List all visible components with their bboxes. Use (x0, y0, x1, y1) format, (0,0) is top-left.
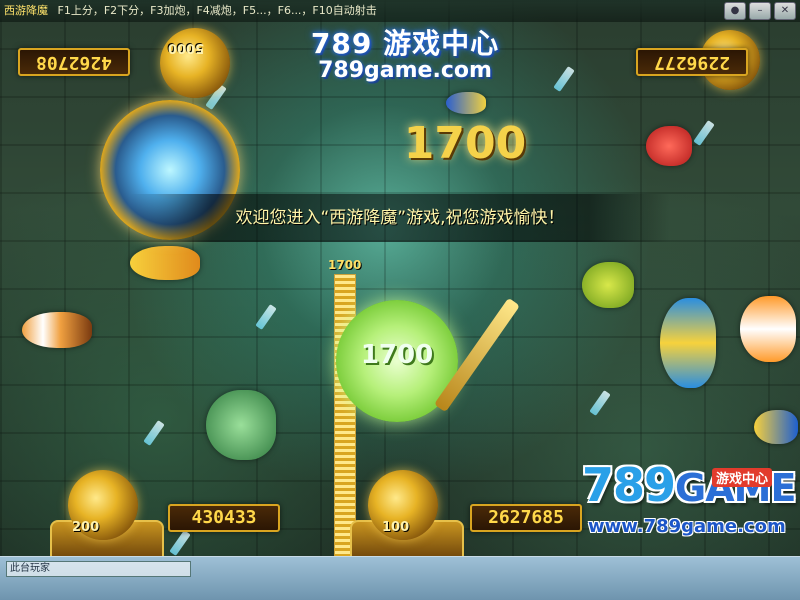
fish-orange-tropical[interactable] (740, 296, 796, 362)
score-bottom-center: 2627685 (470, 504, 582, 532)
settings-button[interactable]: ● (724, 2, 746, 20)
meter-value: 1700 (328, 258, 362, 272)
logo-url: www.789game.com (588, 516, 786, 537)
game-name: 西游降魔 (4, 4, 48, 17)
fish-yellow[interactable] (130, 246, 200, 280)
score-top-left: 4262708 (18, 48, 130, 76)
game-stage[interactable]: 5000 西游降魔 F1上分，F2下分，F3加炮，F4减炮，F5...，F6..… (0, 0, 800, 600)
logo-number: 789 (582, 458, 676, 512)
cannon-top-left[interactable] (160, 28, 230, 98)
brand-title: 789 游戏中心 (310, 27, 500, 60)
fish-green-shell[interactable] (206, 390, 276, 460)
close-button[interactable]: ✕ (774, 2, 796, 20)
fish-blue-stripe[interactable] (660, 298, 716, 388)
hotkey-hints: F1上分，F2下分，F3加炮，F4减炮，F5...，F6...，F10自动射击 (57, 4, 377, 17)
bottom-bar: 此台玩家 (0, 556, 800, 600)
chat-input[interactable]: 此台玩家 (6, 561, 191, 577)
big-score-popup: 1700 (403, 118, 527, 169)
window-controls: ● – ✕ (724, 2, 796, 20)
top-menu-strip: 西游降魔 F1上分，F2下分，F3加炮，F4减炮，F5...，F6...，F10… (0, 0, 800, 22)
cannon-level-bottom-left: 200 (72, 520, 100, 535)
brand-watermark: 789 游戏中心 789game.com (300, 22, 510, 83)
cannon-level-bottom-center: 100 (382, 520, 410, 535)
fish-yellow-blue[interactable] (754, 410, 798, 444)
bonus-wheel-value: 1700 (360, 340, 434, 370)
fish-turtle[interactable] (582, 262, 634, 308)
logo-tag: 游戏中心 (712, 468, 773, 487)
brand-logo: 789GAME 游戏中心 www.789game.com (582, 458, 796, 548)
welcome-banner: 欢迎您进入“西游降魔”游戏,祝您游戏愉快！ (130, 194, 670, 242)
fish-red[interactable] (646, 126, 692, 166)
score-top-right: 2296277 (636, 48, 748, 76)
fish-striped[interactable] (22, 312, 92, 348)
score-bottom-left: 430433 (168, 504, 280, 532)
cannon-level-top-left: 5000 (168, 40, 205, 55)
brand-url: 789game.com (318, 58, 492, 83)
fish-small-blue[interactable] (446, 92, 486, 114)
minimize-button[interactable]: – (749, 2, 771, 20)
